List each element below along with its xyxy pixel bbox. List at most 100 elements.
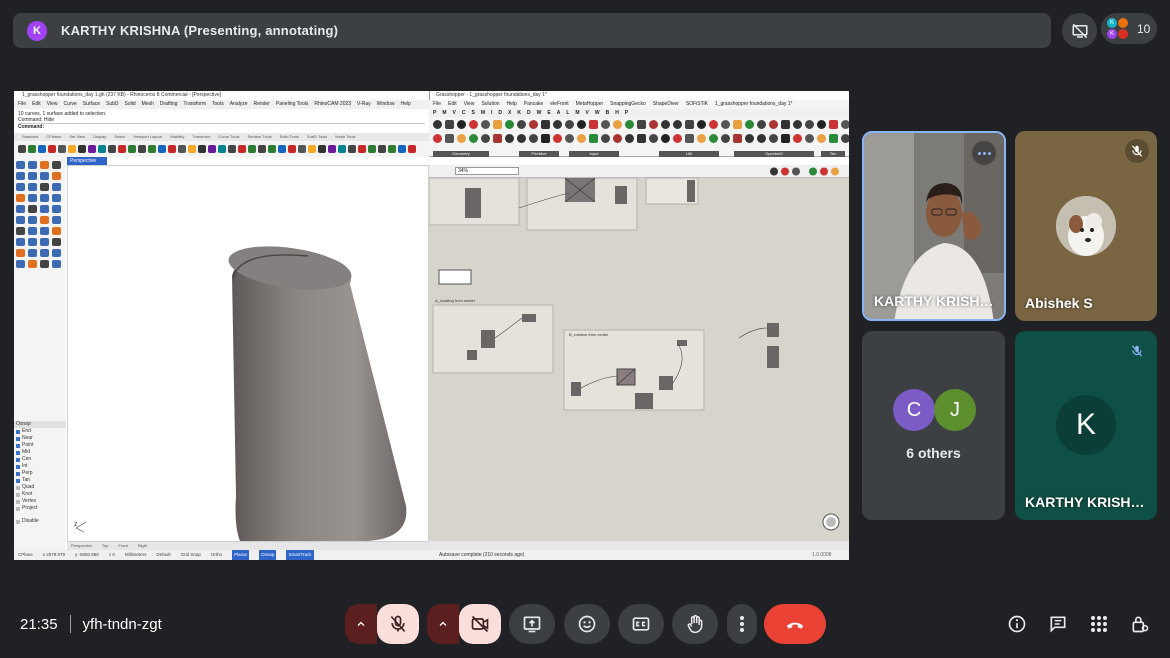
grasshopper-menu-item[interactable]: eleFront <box>550 100 568 109</box>
component-icon[interactable] <box>721 134 730 143</box>
ribbon-group-label[interactable]: Geometry <box>433 151 489 157</box>
rhino-menu-item[interactable]: Curve <box>63 100 76 109</box>
ribbon-group-label[interactable]: Util <box>659 151 719 157</box>
tile-options-button[interactable] <box>972 141 996 165</box>
grasshopper-tab[interactable]: I <box>491 109 492 117</box>
grasshopper-tab[interactable]: P <box>625 109 628 117</box>
toolbar-tool-icon[interactable] <box>388 145 396 153</box>
grasshopper-menu-item[interactable]: MetaHopper <box>576 100 604 109</box>
viewport-tab[interactable]: Right <box>138 542 147 550</box>
osnap-option[interactable]: Perp <box>14 470 66 477</box>
sidebar-tool-icon[interactable] <box>16 205 25 213</box>
rhino-menu-item[interactable]: Tools <box>212 100 224 109</box>
ribbon-group-label[interactable]: Primitive <box>519 151 559 157</box>
rhino-toolbar-tab[interactable]: Visibility <box>170 133 184 141</box>
sidebar-tool-icon[interactable] <box>16 238 25 246</box>
rhino-toolbar-tab[interactable]: Select <box>114 133 125 141</box>
component-icon[interactable] <box>637 120 646 129</box>
status-item[interactable]: SmartTrack <box>286 550 314 560</box>
grasshopper-tab[interactable]: H <box>615 109 619 117</box>
viewport-label[interactable]: Perspective <box>67 157 107 165</box>
ribbon-group-label[interactable]: Openbet2 <box>734 151 814 157</box>
grasshopper-tab[interactable]: K <box>517 109 521 117</box>
rhino-menu-item[interactable]: Render <box>254 100 270 109</box>
rhino-menu-item[interactable]: RhinoCAM 2023 <box>314 100 351 109</box>
component-icon[interactable] <box>505 120 514 129</box>
rhino-menu-item[interactable]: Solid <box>125 100 136 109</box>
participants-button[interactable]: K K 10 <box>1101 13 1157 44</box>
component-icon[interactable] <box>733 134 742 143</box>
osnap-option[interactable]: Int <box>14 463 66 470</box>
component-icon[interactable] <box>505 134 514 143</box>
toolbar-tool-icon[interactable] <box>408 145 416 153</box>
rhino-toolbar-tab[interactable]: SubD Tools <box>307 133 327 141</box>
osnap-option[interactable]: Near <box>14 435 66 442</box>
viewport-tab[interactable]: Top <box>102 542 108 550</box>
component-icon[interactable] <box>517 120 526 129</box>
component-icon[interactable] <box>793 120 802 129</box>
component-icon[interactable] <box>781 120 790 129</box>
component-icon[interactable] <box>481 134 490 143</box>
component-icon[interactable] <box>589 120 598 129</box>
toolbar-tool-icon[interactable] <box>298 145 306 153</box>
sidebar-tool-icon[interactable] <box>40 183 49 191</box>
toolbar-tool-icon[interactable] <box>398 145 406 153</box>
status-item[interactable]: CPlane <box>18 550 33 560</box>
sidebar-tool-icon[interactable] <box>40 161 49 169</box>
sidebar-tool-icon[interactable] <box>28 172 37 180</box>
component-icon[interactable] <box>469 120 478 129</box>
component-icon[interactable] <box>493 120 502 129</box>
component-icon[interactable] <box>529 120 538 129</box>
component-icon[interactable] <box>589 134 598 143</box>
component-icon[interactable] <box>613 120 622 129</box>
participant-tile-presenter[interactable]: KARTHY KRISH… <box>862 131 1006 321</box>
meeting-details-button[interactable] <box>1005 612 1029 636</box>
sidebar-tool-icon[interactable] <box>16 227 25 235</box>
rhino-menu-item[interactable]: Paneling Tools <box>276 100 308 109</box>
grasshopper-tab[interactable]: M <box>575 109 579 117</box>
grasshopper-tab[interactable]: W <box>537 109 542 117</box>
sidebar-tool-icon[interactable] <box>52 249 61 257</box>
component-icon[interactable] <box>601 120 610 129</box>
component-icon[interactable] <box>565 120 574 129</box>
grasshopper-tab[interactable]: M <box>481 109 485 117</box>
toolbar-tool-icon[interactable] <box>58 145 66 153</box>
component-icon[interactable] <box>817 134 826 143</box>
component-icon[interactable] <box>649 120 658 129</box>
toolbar-tool-icon[interactable] <box>98 145 106 153</box>
sidebar-tool-icon[interactable] <box>28 227 37 235</box>
grasshopper-menu-item[interactable]: Edit <box>448 100 457 109</box>
component-icon[interactable] <box>457 134 466 143</box>
toolbar-tool-icon[interactable] <box>138 145 146 153</box>
component-icon[interactable] <box>757 134 766 143</box>
sidebar-tool-icon[interactable] <box>40 227 49 235</box>
toolbar-tool-icon[interactable] <box>228 145 236 153</box>
sidebar-tool-icon[interactable] <box>40 216 49 224</box>
sidebar-tool-icon[interactable] <box>52 194 61 202</box>
host-controls-button[interactable] <box>1128 612 1152 636</box>
toolbar-tool-icon[interactable] <box>208 145 216 153</box>
component-icon[interactable] <box>709 134 718 143</box>
rhino-toolbar-tab[interactable]: Solid Tools <box>280 133 299 141</box>
component-icon[interactable] <box>757 120 766 129</box>
component-icon[interactable] <box>841 120 849 129</box>
participant-tile-others[interactable]: C J 6 others <box>862 331 1005 520</box>
component-icon[interactable] <box>565 134 574 143</box>
sidebar-tool-icon[interactable] <box>52 205 61 213</box>
toolbar-tool-icon[interactable] <box>28 145 36 153</box>
toolbar-tool-icon[interactable] <box>68 145 76 153</box>
component-icon[interactable] <box>541 134 550 143</box>
sidebar-tool-icon[interactable] <box>28 205 37 213</box>
sidebar-tool-icon[interactable] <box>52 260 61 268</box>
zoom-dropdown[interactable]: 34% <box>455 167 519 175</box>
grasshopper-menu-item[interactable]: ShapeDiver <box>653 100 679 109</box>
component-icon[interactable] <box>661 134 670 143</box>
status-item[interactable]: Osnap <box>259 550 277 560</box>
sidebar-tool-icon[interactable] <box>28 183 37 191</box>
captions-button[interactable] <box>618 604 664 644</box>
component-icon[interactable] <box>745 134 754 143</box>
component-icon[interactable] <box>445 134 454 143</box>
toolbar-tool-icon[interactable] <box>288 145 296 153</box>
chat-button[interactable] <box>1046 612 1070 636</box>
viewport-tab[interactable]: Front <box>118 542 127 550</box>
